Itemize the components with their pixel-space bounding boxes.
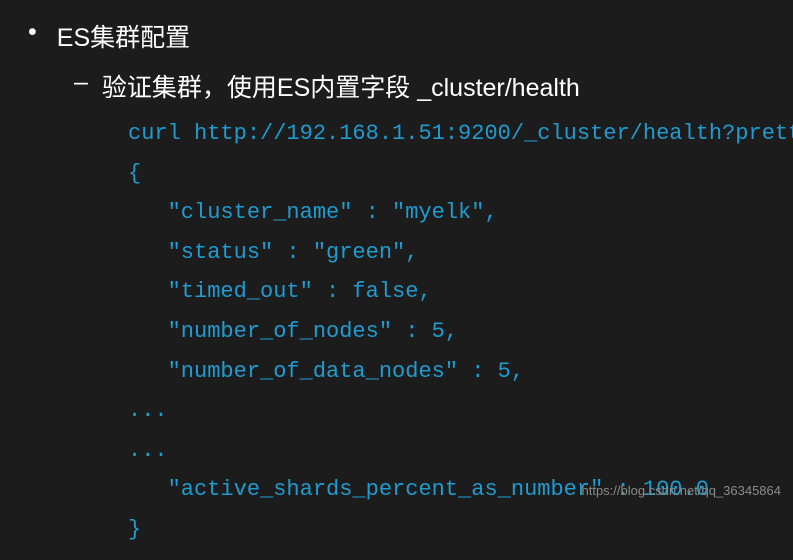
heading-level2: – 验证集群，使用ES内置字段 _cluster/health: [74, 68, 773, 104]
code-line: "cluster_name" : "myelk",: [128, 193, 773, 233]
slide-content: • ES集群配置 – 验证集群，使用ES内置字段 _cluster/health…: [0, 0, 793, 560]
code-line: "status" : "green",: [128, 233, 773, 273]
code-line: {: [128, 154, 773, 194]
code-line: ...: [128, 391, 773, 431]
bullet-icon: •: [28, 18, 37, 47]
code-line: "timed_out" : false,: [128, 272, 773, 312]
heading-text: ES集群配置: [57, 18, 190, 54]
code-line: curl http://192.168.1.51:9200/_cluster/h…: [128, 114, 773, 154]
watermark-text: https://blog.csdn.net/qq_36345864: [582, 483, 782, 498]
dash-icon: –: [74, 68, 88, 97]
code-line: ...: [128, 431, 773, 471]
code-line: "number_of_nodes" : 5,: [128, 312, 773, 352]
code-line: "number_of_data_nodes" : 5,: [128, 352, 773, 392]
subheading-text: 验证集群，使用ES内置字段 _cluster/health: [102, 68, 580, 104]
code-line: }: [128, 510, 773, 550]
heading-level1: • ES集群配置: [20, 18, 773, 54]
